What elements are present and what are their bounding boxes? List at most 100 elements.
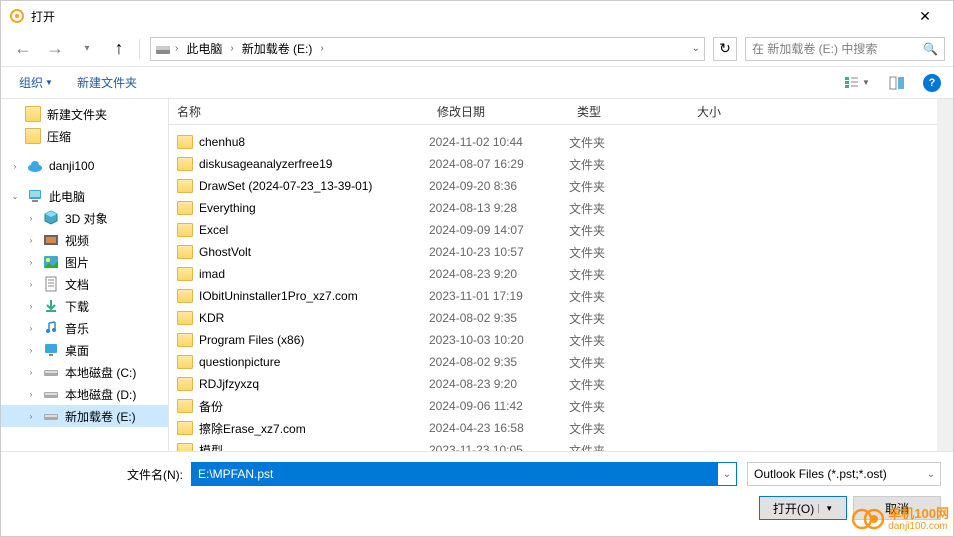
toolbar: 组织▼ 新建文件夹 ▼ ?	[1, 67, 953, 99]
desktop-icon	[43, 342, 59, 358]
tree-music[interactable]: ›音乐	[1, 317, 168, 339]
file-type: 文件夹	[569, 134, 689, 151]
tree-thispc[interactable]: ⌄此电脑	[1, 185, 168, 207]
cancel-button[interactable]: 取消	[853, 496, 941, 520]
filename-value[interactable]: E:\MPFAN.pst	[192, 463, 718, 485]
file-type: 文件夹	[569, 200, 689, 217]
tree-diske[interactable]: ›新加载卷 (E:)	[1, 405, 168, 427]
download-icon	[43, 298, 59, 314]
file-type: 文件夹	[569, 398, 689, 415]
up-button[interactable]: ↑	[105, 35, 133, 63]
filelist[interactable]: chenhu8 2024-11-02 10:44 文件夹 diskusagean…	[169, 125, 937, 451]
recent-dropdown[interactable]: ▾	[73, 35, 101, 63]
chevron-right-icon: ›	[230, 43, 233, 54]
cloud-icon	[27, 158, 43, 174]
file-row[interactable]: imad 2024-08-23 9:20 文件夹	[169, 263, 937, 285]
open-button[interactable]: 打开(O)▼	[759, 496, 847, 520]
folder-icon	[177, 135, 193, 149]
col-date[interactable]: 修改日期	[429, 99, 569, 124]
file-type: 文件夹	[569, 442, 689, 452]
file-row[interactable]: diskusageanalyzerfree19 2024-08-07 16:29…	[169, 153, 937, 175]
file-row[interactable]: chenhu8 2024-11-02 10:44 文件夹	[169, 131, 937, 153]
file-date: 2024-08-23 9:20	[429, 377, 569, 391]
file-row[interactable]: RDJjfzyxzq 2024-08-23 9:20 文件夹	[169, 373, 937, 395]
file-date: 2024-08-02 9:35	[429, 311, 569, 325]
col-type[interactable]: 类型	[569, 99, 689, 124]
tree-newfolder[interactable]: 新建文件夹	[1, 103, 168, 125]
organize-button[interactable]: 组织▼	[13, 70, 59, 95]
file-type: 文件夹	[569, 156, 689, 173]
scrollbar[interactable]	[937, 99, 953, 451]
folder-icon	[177, 157, 193, 171]
folder-icon	[177, 289, 193, 303]
forward-button[interactable]: →	[41, 35, 69, 63]
folder-icon	[177, 223, 193, 237]
folder-icon	[177, 443, 193, 451]
file-type: 文件夹	[569, 354, 689, 371]
sidebar: 新建文件夹 压缩 ›danji100 ⌄此电脑 ›3D 对象 ›视频 ›图片 ›…	[1, 99, 169, 451]
file-row[interactable]: 模型 2023-11-23 10:05 文件夹	[169, 439, 937, 451]
newfolder-button[interactable]: 新建文件夹	[71, 70, 143, 95]
tree-pictures[interactable]: ›图片	[1, 251, 168, 273]
tree-downloads[interactable]: ›下载	[1, 295, 168, 317]
preview-button[interactable]	[883, 71, 911, 95]
file-row[interactable]: Program Files (x86) 2023-10-03 10:20 文件夹	[169, 329, 937, 351]
file-row[interactable]: questionpicture 2024-08-02 9:35 文件夹	[169, 351, 937, 373]
breadcrumb-dropdown[interactable]: ⌄	[692, 43, 700, 54]
tree-diskc[interactable]: ›本地磁盘 (C:)	[1, 361, 168, 383]
back-button[interactable]: ←	[9, 35, 37, 63]
window-title: 打开	[31, 8, 905, 25]
tree-compress[interactable]: 压缩	[1, 125, 168, 147]
file-date: 2024-10-23 10:57	[429, 245, 569, 259]
search-input[interactable]: 在 新加载卷 (E:) 中搜索 🔍	[745, 37, 945, 61]
music-icon	[43, 320, 59, 336]
breadcrumb[interactable]: › 此电脑 › 新加载卷 (E:) › ⌄	[150, 37, 705, 61]
filename-dropdown[interactable]: ⌄	[718, 469, 736, 480]
filter-value: Outlook Files (*.pst;*.ost)	[748, 467, 922, 481]
tree-danji[interactable]: ›danji100	[1, 155, 168, 177]
file-date: 2023-11-23 10:05	[429, 443, 569, 451]
navbar: ← → ▾ ↑ › 此电脑 › 新加载卷 (E:) › ⌄ ↻ 在 新加载卷 (…	[1, 31, 953, 67]
file-row[interactable]: 擦除Erase_xz7.com 2024-04-23 16:58 文件夹	[169, 417, 937, 439]
file-row[interactable]: KDR 2024-08-02 9:35 文件夹	[169, 307, 937, 329]
file-type: 文件夹	[569, 288, 689, 305]
file-row[interactable]: GhostVolt 2024-10-23 10:57 文件夹	[169, 241, 937, 263]
file-type: 文件夹	[569, 420, 689, 437]
file-type: 文件夹	[569, 310, 689, 327]
view-button[interactable]: ▼	[843, 71, 871, 95]
file-name: KDR	[177, 311, 429, 325]
tree-desktop[interactable]: ›桌面	[1, 339, 168, 361]
file-row[interactable]: Everything 2024-08-13 9:28 文件夹	[169, 197, 937, 219]
file-name: RDJjfzyxzq	[177, 377, 429, 391]
file-type: 文件夹	[569, 266, 689, 283]
tree-video[interactable]: ›视频	[1, 229, 168, 251]
tree-documents[interactable]: ›文档	[1, 273, 168, 295]
filter-select[interactable]: Outlook Files (*.pst;*.ost) ⌄	[747, 462, 941, 486]
close-button[interactable]: ✕	[905, 1, 945, 31]
refresh-button[interactable]: ↻	[713, 37, 737, 61]
drive-icon	[155, 41, 171, 57]
chevron-right-icon: ›	[175, 43, 178, 54]
file-date: 2023-11-01 17:19	[429, 289, 569, 303]
file-name: Everything	[177, 201, 429, 215]
tree-3dobjects[interactable]: ›3D 对象	[1, 207, 168, 229]
breadcrumb-drive[interactable]: 新加载卷 (E:)	[238, 38, 317, 59]
filename-input[interactable]: E:\MPFAN.pst ⌄	[191, 462, 737, 486]
file-row[interactable]: Excel 2024-09-09 14:07 文件夹	[169, 219, 937, 241]
file-row[interactable]: DrawSet (2024-07-23_13-39-01) 2024-09-20…	[169, 175, 937, 197]
file-row[interactable]: 备份 2024-09-06 11:42 文件夹	[169, 395, 937, 417]
help-button[interactable]: ?	[923, 74, 941, 92]
file-row[interactable]: IObitUninstaller1Pro_xz7.com 2023-11-01 …	[169, 285, 937, 307]
col-size[interactable]: 大小	[689, 99, 937, 124]
view-icon	[844, 76, 860, 90]
folder-icon	[177, 399, 193, 413]
drive-icon	[43, 408, 59, 424]
file-name: 擦除Erase_xz7.com	[177, 420, 429, 437]
tree-diskd[interactable]: ›本地磁盘 (D:)	[1, 383, 168, 405]
filter-dropdown[interactable]: ⌄	[922, 469, 940, 480]
file-name: chenhu8	[177, 135, 429, 149]
video-icon	[43, 232, 59, 248]
col-name[interactable]: 名称	[169, 99, 429, 124]
breadcrumb-pc[interactable]: 此电脑	[182, 38, 226, 59]
file-date: 2024-04-23 16:58	[429, 421, 569, 435]
